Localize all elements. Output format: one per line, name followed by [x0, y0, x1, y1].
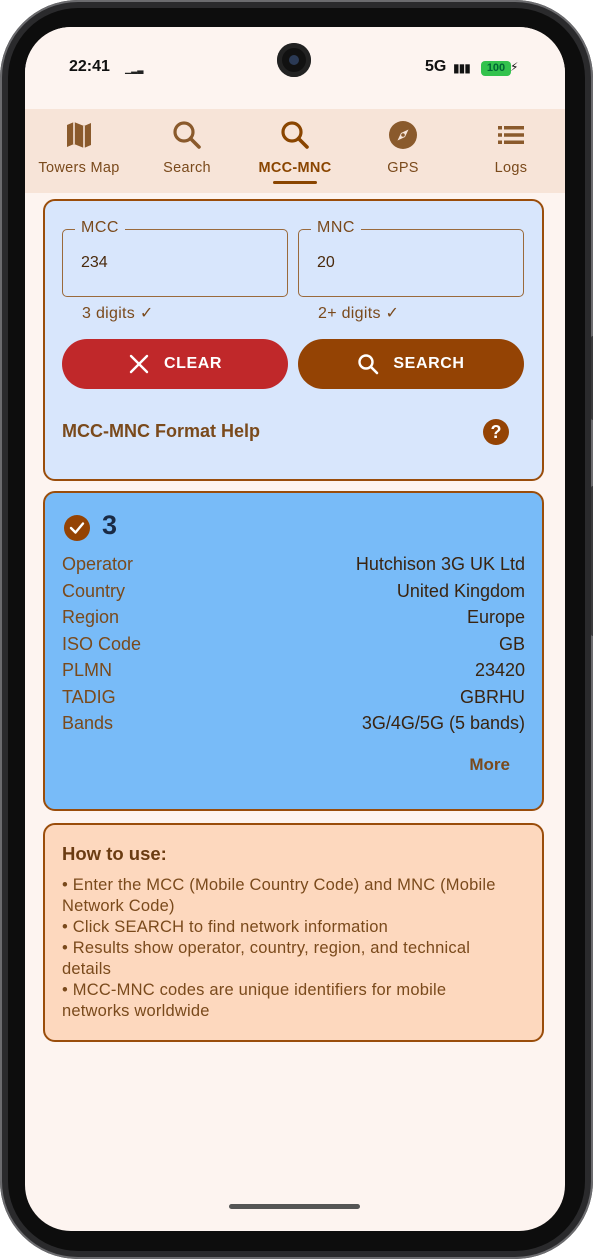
result-value: Hutchison 3G UK Ltd	[355, 554, 525, 574]
how-to-line: • MCC-MNC codes are unique identifiers f…	[62, 981, 447, 1020]
how-to-line: • Results show operator, country, region…	[62, 939, 471, 978]
result-value: GBRHU	[459, 686, 525, 707]
more-button[interactable]: More	[469, 755, 510, 775]
compass-icon	[389, 121, 417, 149]
tab-towers-map[interactable]: Towers Map	[25, 109, 133, 193]
tab-label: GPS	[387, 160, 419, 176]
clear-button-label: CLEAR	[163, 355, 223, 372]
battery-icon: 100	[481, 61, 511, 76]
status-time: 22:41	[69, 58, 110, 75]
mnc-label: MNC	[311, 219, 361, 237]
result-card: 3 Operator Hutchison 3G UK Ltd Country U…	[43, 491, 544, 811]
tab-gps[interactable]: GPS	[349, 109, 457, 193]
search-icon	[281, 121, 309, 149]
tab-label: MCC-MNC	[258, 160, 332, 176]
search-button-label: SEARCH	[393, 355, 465, 372]
search-icon	[358, 354, 379, 375]
result-key: TADIG	[62, 686, 116, 707]
tab-label: Logs	[494, 160, 528, 176]
front-camera	[277, 43, 311, 77]
list-icon	[498, 126, 524, 144]
close-icon	[129, 354, 149, 374]
mnc-hint: 2+ digits ✓	[318, 305, 400, 322]
status-bar: 22:41 ▁▂▃ 5G ▮▮▮ 100 ⚡	[25, 27, 565, 109]
how-to-line: • Enter the MCC (Mobile Country Code) an…	[62, 876, 496, 915]
result-key: Region	[62, 607, 120, 627]
active-tab-indicator	[273, 181, 317, 184]
map-icon	[67, 122, 91, 148]
mcc-hint: 3 digits ✓	[82, 305, 154, 322]
result-key: Bands	[62, 713, 114, 733]
how-to-use-title: How to use:	[62, 843, 167, 864]
result-row-iso-code: ISO Code GB	[62, 634, 525, 658]
result-value: 3G/4G/5G (5 bands)	[361, 713, 525, 733]
format-help-link[interactable]: MCC-MNC Format Help	[62, 421, 260, 442]
result-value: Europe	[466, 607, 525, 627]
result-value: GB	[498, 633, 525, 654]
mcc-field[interactable]: MCC 234	[62, 219, 288, 297]
tab-mcc-mnc[interactable]: MCC-MNC	[241, 109, 349, 193]
tab-search[interactable]: Search	[133, 109, 241, 193]
result-value: United Kingdom	[396, 580, 525, 601]
tab-label: Towers Map	[38, 160, 120, 176]
result-row-tadig: TADIG GBRHU	[62, 687, 525, 711]
check-circle-icon	[64, 515, 90, 541]
result-key: ISO Code	[62, 633, 142, 654]
how-to-use-card: How to use: • Enter the MCC (Mobile Coun…	[43, 823, 544, 1042]
result-key: PLMN	[62, 660, 113, 680]
result-row-bands: Bands 3G/4G/5G (5 bands)	[62, 713, 525, 737]
signal-small-icon: ▁▂▃	[125, 65, 144, 74]
how-to-line: • Click SEARCH to find network informati…	[62, 918, 388, 936]
result-key: Country	[62, 580, 126, 601]
search-button[interactable]: SEARCH	[298, 339, 524, 389]
result-row-region: Region Europe	[62, 607, 525, 631]
charging-icon: ⚡	[510, 60, 519, 74]
mcc-mnc-form-card: MCC 234 MNC 20 3 digits ✓ 2+ digits ✓ CL…	[43, 199, 544, 481]
signal-icon: ▮▮▮	[453, 61, 471, 75]
result-key: Operator	[62, 554, 134, 574]
screen: 22:41 ▁▂▃ 5G ▮▮▮ 100 ⚡ Towers Map Search…	[25, 27, 565, 1231]
phone-frame: 22:41 ▁▂▃ 5G ▮▮▮ 100 ⚡ Towers Map Search…	[0, 0, 593, 1259]
mnc-value[interactable]: 20	[317, 254, 335, 272]
result-title: 3	[102, 510, 118, 540]
mnc-field[interactable]: MNC 20	[298, 219, 524, 297]
network-type: 5G	[425, 58, 447, 75]
result-value: 23420	[474, 660, 525, 680]
result-row-operator: Operator Hutchison 3G UK Ltd	[62, 554, 525, 578]
result-row-plmn: PLMN 23420	[62, 660, 525, 684]
result-row-country: Country United Kingdom	[62, 581, 525, 605]
clear-button[interactable]: CLEAR	[62, 339, 288, 389]
home-indicator[interactable]	[229, 1204, 360, 1209]
tab-label: Search	[163, 160, 211, 176]
search-icon	[173, 121, 201, 149]
top-tab-bar: Towers Map Search MCC-MNC GPS Logs	[25, 109, 565, 193]
tab-logs[interactable]: Logs	[457, 109, 565, 193]
help-icon[interactable]: ?	[483, 419, 509, 445]
mcc-label: MCC	[75, 219, 125, 237]
mcc-value[interactable]: 234	[81, 254, 108, 272]
